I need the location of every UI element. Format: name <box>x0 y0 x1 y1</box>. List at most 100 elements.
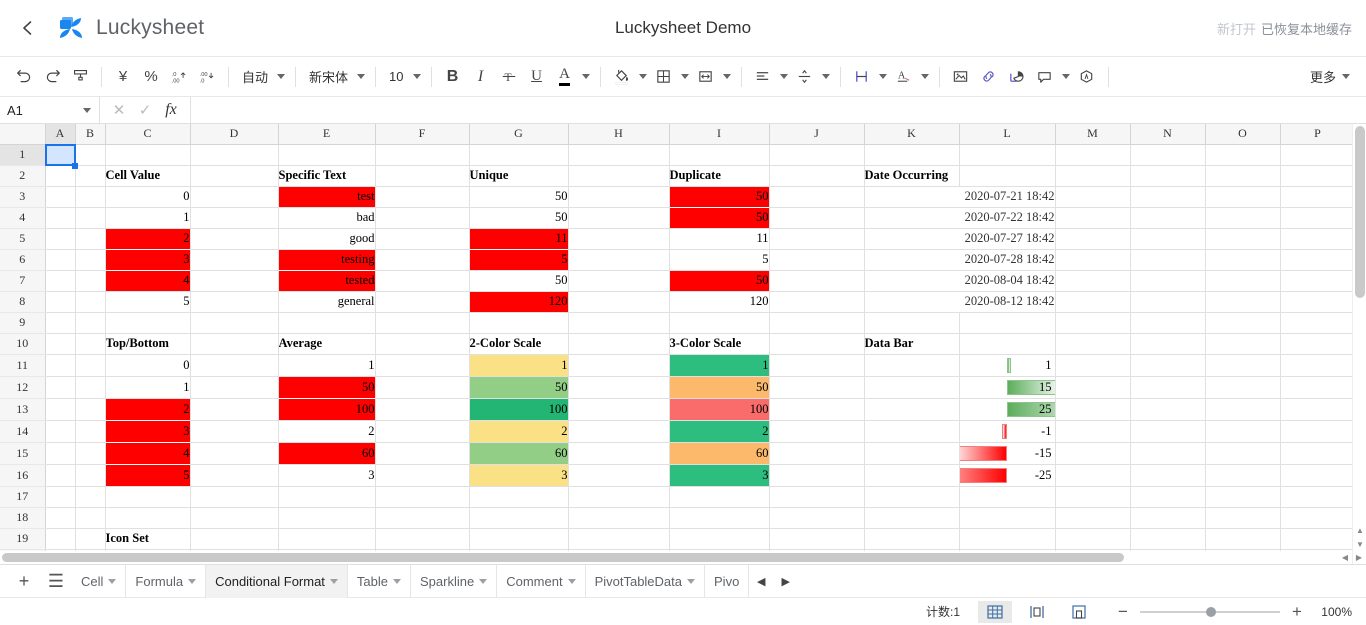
cell-H11[interactable] <box>568 354 670 377</box>
cell-F9[interactable] <box>375 312 470 334</box>
cell-G5[interactable]: 11 <box>469 228 569 249</box>
cell-F3[interactable] <box>375 186 470 208</box>
cell-I15[interactable]: 60 <box>669 442 770 465</box>
cell-L10[interactable] <box>959 333 1056 355</box>
cell-L14[interactable]: -1 <box>959 420 1056 443</box>
cell-M7[interactable] <box>1055 270 1131 292</box>
cell-O2[interactable] <box>1205 165 1281 187</box>
cell-O12[interactable] <box>1205 376 1281 399</box>
cell-A8[interactable] <box>45 291 76 313</box>
cell-F14[interactable] <box>375 420 470 443</box>
borders-button[interactable] <box>650 63 678 91</box>
cell-K12[interactable] <box>864 376 960 399</box>
cell-A2[interactable] <box>45 165 76 187</box>
row-header-2[interactable]: 2 <box>0 165 46 187</box>
cell-H15[interactable] <box>568 442 670 465</box>
cell-D14[interactable] <box>190 420 279 443</box>
cell-F19[interactable] <box>375 528 470 550</box>
cell-G12[interactable]: 50 <box>469 376 569 399</box>
cell-A4[interactable] <box>45 207 76 229</box>
cell-H3[interactable] <box>568 186 670 208</box>
cell-M15[interactable] <box>1055 442 1131 465</box>
cell-J9[interactable] <box>769 312 865 334</box>
scroll-up-button[interactable]: ▲ <box>1353 523 1366 537</box>
valign-group[interactable] <box>791 63 833 91</box>
cell-L1[interactable] <box>959 144 1056 166</box>
cell-D17[interactable] <box>190 486 279 508</box>
cell-E16[interactable]: 3 <box>278 464 376 487</box>
spreadsheet-grid[interactable]: A B C D E F G H I J K L M N O P 1 2 Cell… <box>0 124 1366 564</box>
cell-O16[interactable] <box>1205 464 1281 487</box>
cell-K4[interactable]: 2020-07-22 18:42 <box>864 207 1056 229</box>
cell-I16[interactable]: 3 <box>669 464 770 487</box>
cell-M6[interactable] <box>1055 249 1131 271</box>
cell-E19[interactable] <box>278 528 376 550</box>
font-size-dropdown[interactable]: 10 <box>383 63 423 91</box>
cell-D19[interactable] <box>190 528 279 550</box>
sheet-tab-table[interactable]: Table <box>348 564 411 598</box>
cell-P9[interactable] <box>1280 312 1356 334</box>
cell-D3[interactable] <box>190 186 279 208</box>
confirm-formula-button[interactable]: ✓ <box>132 97 158 123</box>
row-header-11[interactable]: 11 <box>0 354 46 377</box>
cell-H13[interactable] <box>568 398 670 421</box>
cell-F8[interactable] <box>375 291 470 313</box>
cell-I3[interactable]: 50 <box>669 186 770 207</box>
cell-G14[interactable]: 2 <box>469 420 569 443</box>
cell-I17[interactable] <box>669 486 770 508</box>
cell-I2[interactable]: Duplicate <box>669 165 770 187</box>
cell-F4[interactable] <box>375 207 470 229</box>
cell-L13[interactable]: 25 <box>959 398 1056 421</box>
cell-K13[interactable] <box>864 398 960 421</box>
chevron-down-icon[interactable] <box>567 578 576 584</box>
row-header-19[interactable]: 19 <box>0 528 46 550</box>
col-header-D[interactable]: D <box>190 124 279 145</box>
cell-E11[interactable]: 1 <box>278 354 376 377</box>
cell-E1[interactable] <box>278 144 376 166</box>
cell-K1[interactable] <box>864 144 960 166</box>
cell-H17[interactable] <box>568 486 670 508</box>
sheet-tab-comment[interactable]: Comment <box>497 564 586 598</box>
cell-C9[interactable] <box>105 312 191 334</box>
cell-G2[interactable]: Unique <box>469 165 569 187</box>
cell-G8[interactable]: 120 <box>469 291 569 313</box>
cell-O14[interactable] <box>1205 420 1281 443</box>
cell-N3[interactable] <box>1130 186 1206 208</box>
cell-J17[interactable] <box>769 486 865 508</box>
cell-P18[interactable] <box>1280 507 1356 529</box>
insert-link-button[interactable] <box>975 63 1003 91</box>
cell-P1[interactable] <box>1280 144 1356 166</box>
cell-H9[interactable] <box>568 312 670 334</box>
cell-B11[interactable] <box>75 354 106 377</box>
cell-E5[interactable]: good <box>278 228 376 250</box>
cell-M9[interactable] <box>1055 312 1131 334</box>
cell-C5[interactable]: 2 <box>105 228 191 249</box>
cell-H8[interactable] <box>568 291 670 313</box>
cell-A6[interactable] <box>45 249 76 271</box>
cell-N16[interactable] <box>1130 464 1206 487</box>
cell-N5[interactable] <box>1130 228 1206 250</box>
chevron-down-icon[interactable] <box>393 578 401 584</box>
cell-D4[interactable] <box>190 207 279 229</box>
cell-P17[interactable] <box>1280 486 1356 508</box>
cell-L9[interactable] <box>959 312 1056 334</box>
cell-H2[interactable] <box>568 165 670 187</box>
sheet-tab-formula[interactable]: Formula <box>126 564 207 598</box>
row-header-16[interactable]: 16 <box>0 464 46 487</box>
chevron-down-icon[interactable] <box>274 63 288 91</box>
cell-C18[interactable] <box>105 507 191 529</box>
name-box[interactable]: A1 <box>0 97 100 123</box>
chevron-down-icon[interactable] <box>687 578 696 584</box>
cell-N14[interactable] <box>1130 420 1206 443</box>
fill-color-group[interactable] <box>608 63 650 91</box>
cell-A13[interactable] <box>45 398 76 421</box>
cell-F1[interactable] <box>375 144 470 166</box>
cell-E8[interactable]: general <box>278 291 376 313</box>
insert-function-button[interactable]: fx <box>158 97 184 123</box>
cell-O18[interactable] <box>1205 507 1281 529</box>
zoom-slider[interactable] <box>1140 606 1280 617</box>
cell-I19[interactable] <box>669 528 770 550</box>
cell-E3[interactable]: test <box>278 186 376 208</box>
chevron-down-icon[interactable] <box>83 107 91 113</box>
col-header-A[interactable]: A <box>45 124 76 145</box>
